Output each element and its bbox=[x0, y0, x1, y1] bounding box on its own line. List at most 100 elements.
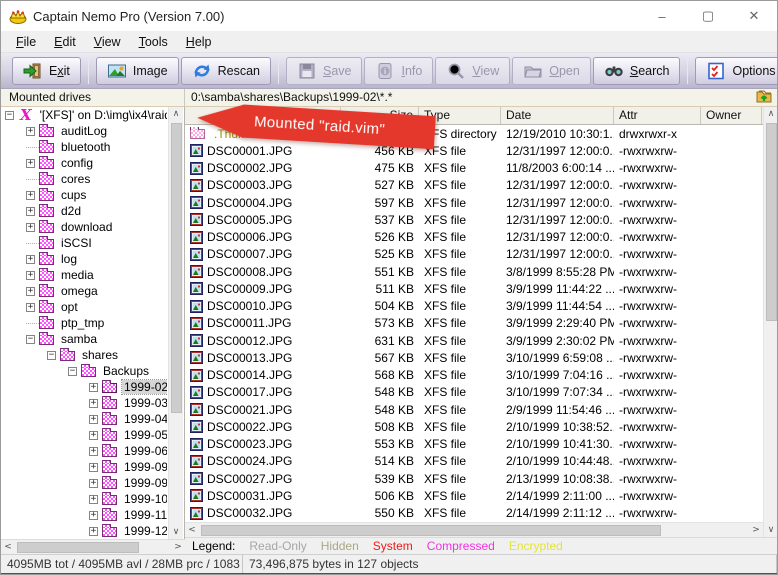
tree-expander-plus-icon[interactable]: + bbox=[26, 271, 35, 280]
info-button[interactable]: iInfo bbox=[364, 57, 433, 85]
scroll-down-icon[interactable]: ∨ bbox=[169, 525, 183, 539]
tree-item-1999-10[interactable]: +1999-10 bbox=[1, 491, 167, 507]
open-button[interactable]: Open bbox=[512, 57, 591, 85]
menu-view[interactable]: View bbox=[85, 33, 130, 51]
file-row-dsc00010-jpg[interactable]: DSC00010.JPG504 KBXFS file3/9/1999 11:44… bbox=[185, 298, 763, 315]
file-row-dsc00022-jpg[interactable]: DSC00022.JPG508 KBXFS file2/10/1999 10:3… bbox=[185, 418, 763, 435]
tree-expander-plus-icon[interactable]: + bbox=[26, 303, 35, 312]
tree-hscroll-thumb[interactable] bbox=[17, 542, 139, 553]
tree-item-1999-03[interactable]: +1999-03 bbox=[1, 395, 167, 411]
tree-expander-plus-icon[interactable]: + bbox=[26, 207, 35, 216]
tree-item-auditlog[interactable]: +auditLog bbox=[1, 123, 167, 139]
scroll-up-icon[interactable]: ∧ bbox=[764, 107, 778, 121]
tree-expander-minus-icon[interactable]: − bbox=[68, 367, 77, 376]
file-row-dsc00004-jpg[interactable]: DSC00004.JPG597 KBXFS file12/31/1997 12:… bbox=[185, 194, 763, 211]
tree-expander-plus-icon[interactable]: + bbox=[26, 223, 35, 232]
tree-item-iscsi[interactable]: iSCSI bbox=[1, 235, 167, 251]
menu-help[interactable]: Help bbox=[177, 33, 221, 51]
image-button[interactable]: Image bbox=[96, 57, 179, 85]
file-row-dsc00001-jpg[interactable]: DSC00001.JPG456 KBXFS file12/31/1997 12:… bbox=[185, 142, 763, 159]
tree-expander-plus-icon[interactable]: + bbox=[89, 447, 98, 456]
tree-expander-plus-icon[interactable]: + bbox=[26, 287, 35, 296]
scroll-right-icon[interactable]: > bbox=[749, 523, 763, 537]
minimize-button[interactable]: – bbox=[639, 1, 685, 31]
file-row-dsc00011-jpg[interactable]: DSC00011.JPG573 KBXFS file3/9/1999 2:29:… bbox=[185, 315, 763, 332]
options-button[interactable]: Options bbox=[695, 57, 778, 85]
view-button[interactable]: View bbox=[435, 57, 510, 85]
tree-item-config[interactable]: +config bbox=[1, 155, 167, 171]
tree-expander-plus-icon[interactable]: + bbox=[26, 255, 35, 264]
tree-expander-plus-icon[interactable]: + bbox=[89, 399, 98, 408]
tree-expander-plus-icon[interactable]: + bbox=[89, 511, 98, 520]
column-header-attr[interactable]: Attr bbox=[614, 107, 701, 124]
search-button[interactable]: Search bbox=[593, 57, 681, 85]
tree-item-1999-11[interactable]: +1999-11 bbox=[1, 507, 167, 523]
file-row-dsc00007-jpg[interactable]: DSC00007.JPG525 KBXFS file12/31/1997 12:… bbox=[185, 246, 763, 263]
tree-expander-plus-icon[interactable]: + bbox=[26, 127, 35, 136]
scroll-right-icon[interactable]: > bbox=[171, 540, 185, 554]
file-row-dsc00006-jpg[interactable]: DSC00006.JPG526 KBXFS file12/31/1997 12:… bbox=[185, 229, 763, 246]
tree-item-1999-04[interactable]: +1999-04 bbox=[1, 411, 167, 427]
tree-expander-plus-icon[interactable]: + bbox=[26, 159, 35, 168]
file-row-dsc00002-jpg[interactable]: DSC00002.JPG475 KBXFS file11/8/2003 6:00… bbox=[185, 160, 763, 177]
file-row-dsc00032-jpg[interactable]: DSC00032.JPG550 KBXFS file2/14/1999 2:11… bbox=[185, 505, 763, 522]
file-row-dsc00031-jpg[interactable]: DSC00031.JPG506 KBXFS file2/14/1999 2:11… bbox=[185, 487, 763, 504]
file-row-dsc00021-jpg[interactable]: DSC00021.JPG548 KBXFS file2/9/1999 11:54… bbox=[185, 401, 763, 418]
file-row-dsc00009-jpg[interactable]: DSC00009.JPG511 KBXFS file3/9/1999 11:44… bbox=[185, 280, 763, 297]
tree-item-opt[interactable]: +opt bbox=[1, 299, 167, 315]
list-vscroll-thumb[interactable] bbox=[766, 123, 777, 321]
tree-expander-minus-icon[interactable]: − bbox=[5, 111, 14, 120]
tree-expander-plus-icon[interactable]: + bbox=[26, 191, 35, 200]
tree-item-samba[interactable]: −samba bbox=[1, 331, 167, 347]
list-hscroll-thumb[interactable] bbox=[201, 525, 661, 536]
menu-edit[interactable]: Edit bbox=[45, 33, 85, 51]
exit-button[interactable]: Exit bbox=[12, 57, 81, 85]
tree-item-1999-09-l[interactable]: +1999-09-L bbox=[1, 475, 167, 491]
file-row-dsc00003-jpg[interactable]: DSC00003.JPG527 KBXFS file12/31/1997 12:… bbox=[185, 177, 763, 194]
list-vertical-scrollbar[interactable]: ∧ ∨ bbox=[763, 107, 778, 537]
file-row-dsc00013-jpg[interactable]: DSC00013.JPG567 KBXFS file3/10/1999 6:59… bbox=[185, 349, 763, 366]
tree-item-cores[interactable]: cores bbox=[1, 171, 167, 187]
tree-item-d2d[interactable]: +d2d bbox=[1, 203, 167, 219]
tree-expander-minus-icon[interactable]: − bbox=[47, 351, 56, 360]
save-button[interactable]: Save bbox=[286, 57, 363, 85]
tree-item-bluetooth[interactable]: bluetooth bbox=[1, 139, 167, 155]
file-row-dsc00005-jpg[interactable]: DSC00005.JPG537 KBXFS file12/31/1997 12:… bbox=[185, 211, 763, 228]
rescan-button[interactable]: Rescan bbox=[181, 57, 271, 85]
tree-item-log[interactable]: +log bbox=[1, 251, 167, 267]
tree-expander-plus-icon[interactable]: + bbox=[89, 527, 98, 536]
tree-item-download[interactable]: +download bbox=[1, 219, 167, 235]
tree-item-omega[interactable]: +omega bbox=[1, 283, 167, 299]
tree-expander-plus-icon[interactable]: + bbox=[89, 415, 98, 424]
scroll-up-icon[interactable]: ∧ bbox=[169, 107, 183, 121]
scroll-left-icon[interactable]: < bbox=[185, 523, 199, 537]
tree-expander-minus-icon[interactable]: − bbox=[26, 335, 35, 344]
tree-item-1999-12[interactable]: +1999-12 bbox=[1, 523, 167, 539]
menu-tools[interactable]: Tools bbox=[130, 33, 177, 51]
tree-expander-plus-icon[interactable]: + bbox=[89, 431, 98, 440]
tree-item-1999-09[interactable]: +1999-09 bbox=[1, 459, 167, 475]
menu-file[interactable]: File bbox=[7, 33, 45, 51]
tree-item-1999-02[interactable]: +1999-02 bbox=[1, 379, 167, 395]
folder-up-icon[interactable] bbox=[755, 88, 773, 107]
tree-vscroll-thumb[interactable] bbox=[171, 123, 182, 413]
tree-item-ptp-tmp[interactable]: ptp_tmp bbox=[1, 315, 167, 331]
tree-item-shares[interactable]: −shares bbox=[1, 347, 167, 363]
column-header-date[interactable]: Date bbox=[501, 107, 614, 124]
tree-item-cups[interactable]: +cups bbox=[1, 187, 167, 203]
tree-horizontal-scrollbar[interactable]: < > bbox=[1, 539, 185, 554]
file-row-dsc00008-jpg[interactable]: DSC00008.JPG551 KBXFS file3/8/1999 8:55:… bbox=[185, 263, 763, 280]
tree-item-1999-06[interactable]: +1999-06 bbox=[1, 443, 167, 459]
tree-vertical-scrollbar[interactable]: ∧ ∨ bbox=[168, 107, 183, 539]
tree-item-media[interactable]: +media bbox=[1, 267, 167, 283]
tree-item--xfs-on-d-img-ix4-raid-[interactable]: −X'[XFS]' on D:\img\ix4\raid. bbox=[1, 107, 167, 123]
file-row-dsc00017-jpg[interactable]: DSC00017.JPG548 KBXFS file3/10/1999 7:07… bbox=[185, 384, 763, 401]
tree-expander-plus-icon[interactable]: + bbox=[89, 479, 98, 488]
file-row-dsc00023-jpg[interactable]: DSC00023.JPG553 KBXFS file2/10/1999 10:4… bbox=[185, 436, 763, 453]
list-horizontal-scrollbar[interactable]: < > bbox=[185, 522, 763, 537]
maximize-button[interactable]: ▢ bbox=[685, 1, 731, 31]
file-row-dsc00012-jpg[interactable]: DSC00012.JPG631 KBXFS file3/9/1999 2:30:… bbox=[185, 332, 763, 349]
tree-expander-plus-icon[interactable]: + bbox=[89, 463, 98, 472]
column-header-owner[interactable]: Owner bbox=[701, 107, 762, 124]
scroll-left-icon[interactable]: < bbox=[1, 540, 15, 554]
